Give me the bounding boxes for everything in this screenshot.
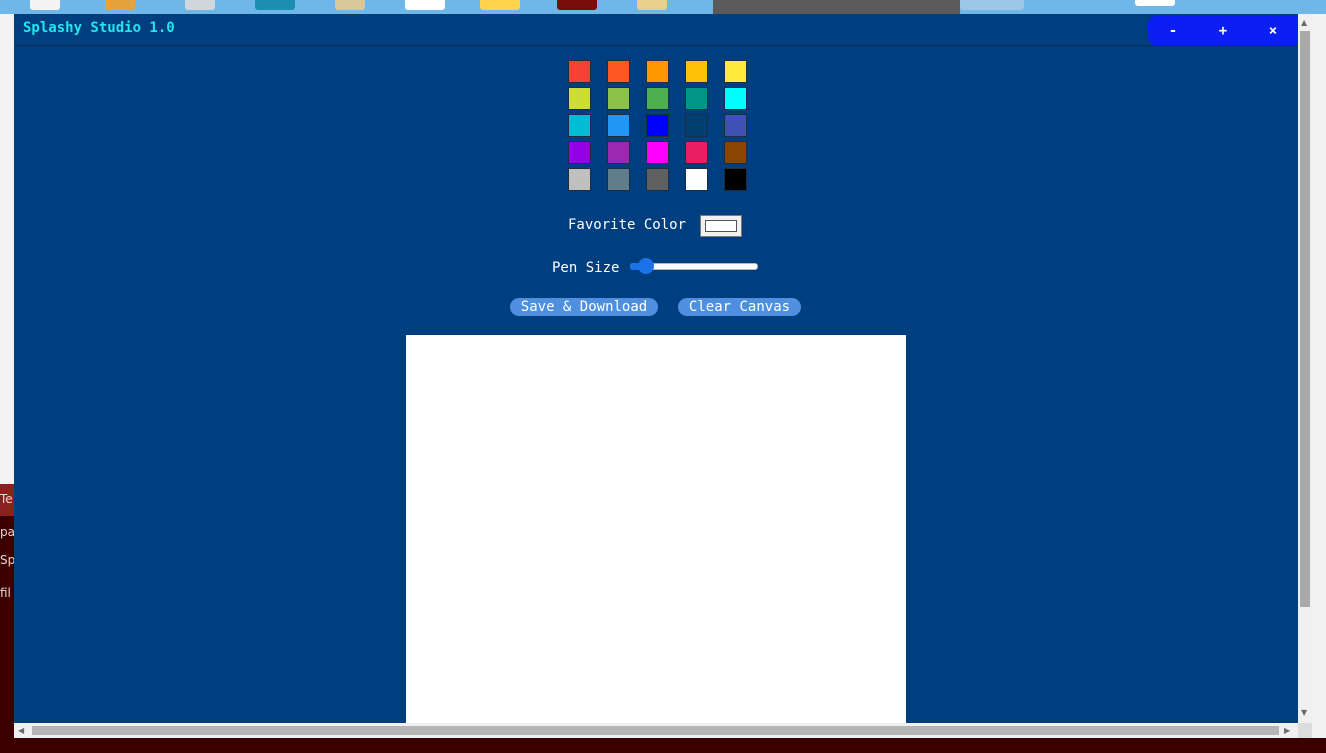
desktop-right-strip bbox=[1312, 14, 1326, 753]
horizontal-scrollbar[interactable]: ◀ ▶ bbox=[14, 723, 1298, 738]
desktop-icon[interactable] bbox=[105, 0, 135, 10]
desktop-panel bbox=[713, 0, 960, 14]
desktop-icon[interactable] bbox=[960, 0, 1024, 10]
color-swatch[interactable] bbox=[685, 141, 708, 164]
pen-size-label: Pen Size bbox=[552, 260, 620, 276]
scrollbar-corner bbox=[1298, 723, 1312, 738]
desktop-icon[interactable] bbox=[255, 0, 295, 10]
color-swatch[interactable] bbox=[568, 168, 591, 191]
color-swatch[interactable] bbox=[568, 87, 591, 110]
color-swatch[interactable] bbox=[568, 141, 591, 164]
desktop-taskbar-strip bbox=[0, 0, 1326, 14]
close-button[interactable]: × bbox=[1258, 21, 1288, 41]
desktop-icon[interactable] bbox=[185, 0, 215, 10]
color-swatch[interactable] bbox=[646, 168, 669, 191]
color-swatch[interactable] bbox=[724, 168, 747, 191]
color-swatch[interactable] bbox=[685, 114, 708, 137]
color-swatch[interactable] bbox=[724, 114, 747, 137]
horizontal-scroll-thumb[interactable] bbox=[32, 726, 1279, 735]
color-swatch[interactable] bbox=[685, 87, 708, 110]
color-swatch[interactable] bbox=[607, 168, 630, 191]
desktop-left-strip bbox=[0, 14, 14, 484]
color-swatch[interactable] bbox=[568, 60, 591, 83]
color-swatch[interactable] bbox=[607, 60, 630, 83]
color-swatch[interactable] bbox=[685, 60, 708, 83]
title-bar[interactable]: Splashy Studio 1.0 - + × bbox=[14, 14, 1298, 46]
favorite-color-label: Favorite Color bbox=[568, 217, 687, 233]
vertical-scrollbar[interactable]: ▲ ▼ bbox=[1298, 14, 1312, 723]
desktop-icon[interactable] bbox=[405, 0, 445, 10]
app-window: Splashy Studio 1.0 - + × Favorite Color … bbox=[14, 14, 1298, 723]
desktop-snippet: fil bbox=[0, 586, 11, 600]
color-swatch[interactable] bbox=[724, 141, 747, 164]
desktop-snippet: Sp bbox=[0, 553, 16, 567]
clear-canvas-button[interactable]: Clear Canvas bbox=[678, 298, 801, 316]
window-title: Splashy Studio 1.0 bbox=[23, 20, 175, 36]
window-controls: - + × bbox=[1148, 16, 1298, 45]
color-swatch[interactable] bbox=[568, 114, 591, 137]
color-swatch[interactable] bbox=[724, 60, 747, 83]
desktop-icon[interactable] bbox=[480, 0, 520, 10]
desktop-icon[interactable] bbox=[30, 0, 60, 10]
color-swatch[interactable] bbox=[646, 141, 669, 164]
vertical-scroll-thumb[interactable] bbox=[1300, 31, 1310, 607]
scroll-left-icon[interactable]: ◀ bbox=[18, 726, 24, 736]
favorite-color-picker[interactable] bbox=[700, 215, 742, 237]
color-swatch[interactable] bbox=[607, 114, 630, 137]
color-swatch[interactable] bbox=[685, 168, 708, 191]
scroll-down-icon[interactable]: ▼ bbox=[1301, 708, 1307, 718]
scroll-right-icon[interactable]: ▶ bbox=[1284, 726, 1290, 736]
pen-size-slider[interactable] bbox=[628, 256, 758, 276]
color-swatch[interactable] bbox=[646, 87, 669, 110]
desktop-left-dark bbox=[0, 516, 14, 753]
save-download-button[interactable]: Save & Download bbox=[510, 298, 658, 316]
desktop-icon[interactable] bbox=[637, 0, 667, 10]
color-swatch[interactable] bbox=[607, 87, 630, 110]
drawing-canvas[interactable] bbox=[406, 335, 906, 723]
minimize-button[interactable]: - bbox=[1158, 21, 1188, 41]
color-swatch[interactable] bbox=[724, 87, 747, 110]
desktop-icon[interactable] bbox=[1135, 0, 1175, 6]
maximize-button[interactable]: + bbox=[1208, 21, 1238, 41]
favorite-color-swatch bbox=[705, 220, 737, 232]
slider-thumb[interactable] bbox=[638, 258, 654, 274]
color-swatch[interactable] bbox=[607, 141, 630, 164]
desktop-snippet: Te bbox=[0, 492, 13, 506]
color-swatch[interactable] bbox=[646, 114, 669, 137]
color-swatch[interactable] bbox=[646, 60, 669, 83]
desktop-icon[interactable] bbox=[557, 0, 597, 10]
desktop-bottom-strip bbox=[0, 738, 1326, 753]
desktop-icon[interactable] bbox=[335, 0, 365, 10]
scroll-up-icon[interactable]: ▲ bbox=[1301, 18, 1307, 28]
